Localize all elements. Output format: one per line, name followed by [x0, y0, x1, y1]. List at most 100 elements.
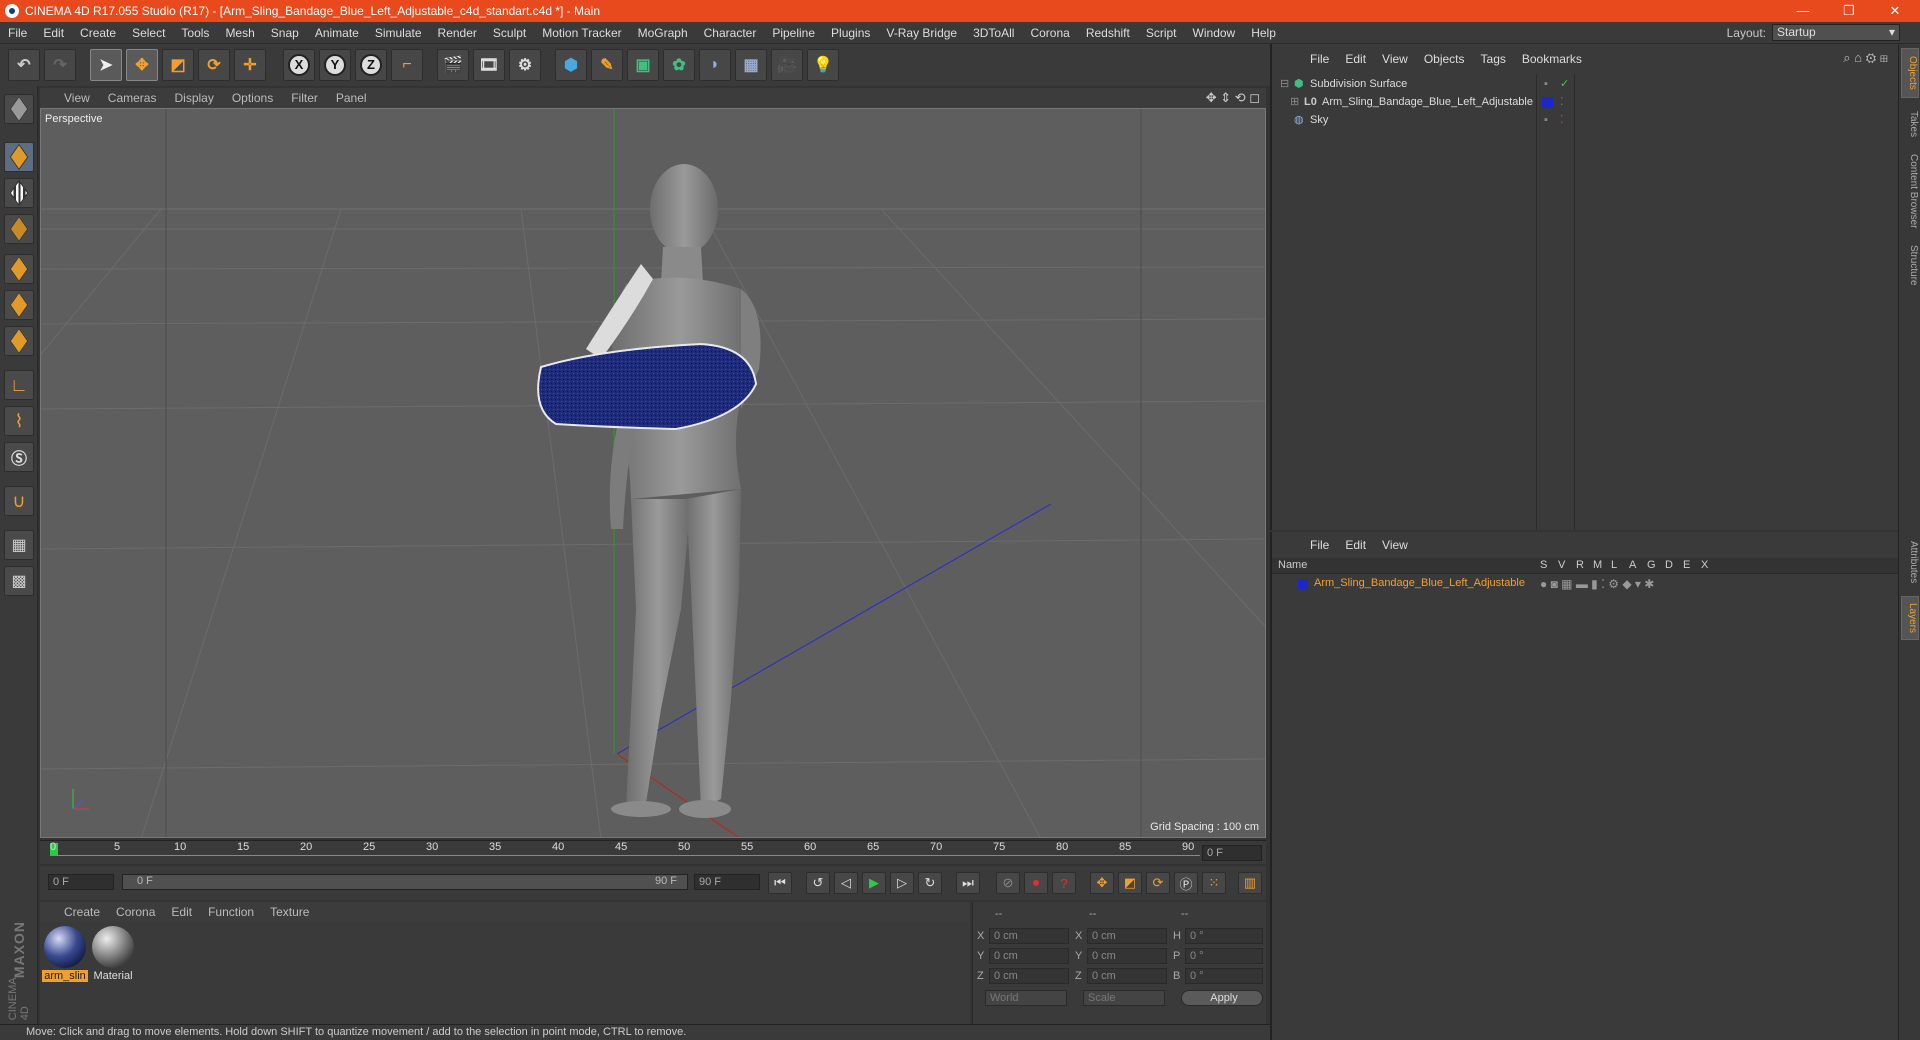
material-swatch-arm-sling[interactable]: arm_slin	[42, 926, 88, 988]
minimize-button[interactable]: —	[1780, 0, 1826, 22]
tab-layers[interactable]: Layers	[1901, 596, 1919, 640]
layout-dropdown[interactable]: Startup	[1772, 24, 1900, 41]
object-row-sky[interactable]: ◍ Sky ▪ ⁚	[1274, 112, 1840, 129]
layer-color-swatch[interactable]	[1298, 579, 1308, 589]
points-mode-icon[interactable]	[4, 254, 34, 284]
end-frame-field[interactable]: 90 F	[694, 874, 760, 890]
frame-range-slider[interactable]: 0 F 90 F	[122, 874, 688, 890]
move-tool-icon[interactable]: ✥	[126, 49, 158, 81]
redo-icon[interactable]: ↷	[44, 49, 76, 81]
snap-magnet-icon[interactable]: ∪	[4, 486, 34, 516]
layer-row[interactable]: Arm_Sling_Bandage_Blue_Left_Adjustable ●…	[1272, 576, 1898, 592]
obj-menu-file[interactable]: File	[1302, 52, 1337, 66]
menu-animate[interactable]: Animate	[307, 26, 367, 40]
next-frame-icon[interactable]: ▷	[890, 872, 914, 894]
current-frame-field[interactable]: 0 F	[1202, 845, 1262, 861]
coordinate-system-icon[interactable]: ⌐	[391, 49, 423, 81]
key-rotation-icon[interactable]: ⟳	[1146, 872, 1170, 894]
size-z-field[interactable]: 0 cm	[1087, 968, 1167, 984]
edges-mode-icon[interactable]	[4, 290, 34, 320]
menu-motion-tracker[interactable]: Motion Tracker	[534, 26, 629, 40]
planar-workplane-icon[interactable]: ▩	[4, 566, 34, 596]
material-menu-texture[interactable]: Texture	[262, 905, 317, 919]
pos-y-field[interactable]: 0 cm	[989, 948, 1069, 964]
material-menu-create[interactable]: Create	[40, 905, 108, 919]
material-menu-edit[interactable]: Edit	[163, 905, 200, 919]
material-menu-corona[interactable]: Corona	[108, 905, 163, 919]
record-active-icon[interactable]: ⏺	[1024, 872, 1048, 894]
menu-create[interactable]: Create	[72, 26, 124, 40]
menu-script[interactable]: Script	[1138, 26, 1185, 40]
menu-sculpt[interactable]: Sculpt	[485, 26, 534, 40]
3d-viewport[interactable]: Perspective Grid Spacing : 100 cm	[40, 108, 1266, 838]
menu-mesh[interactable]: Mesh	[217, 26, 262, 40]
menu-pipeline[interactable]: Pipeline	[764, 26, 823, 40]
menu-plugins[interactable]: Plugins	[823, 26, 878, 40]
previous-key-icon[interactable]: ↺	[806, 872, 830, 894]
next-key-icon[interactable]: ↻	[918, 872, 942, 894]
solo-mode-icon[interactable]: Ⓢ	[4, 442, 34, 472]
tab-objects[interactable]: Objects	[1901, 48, 1919, 98]
floor-object-icon[interactable]: ▦	[735, 49, 767, 81]
goto-start-icon[interactable]: ⏮	[768, 872, 792, 894]
viewport-menu-panel[interactable]: Panel	[327, 91, 376, 105]
visibility-dots-icon[interactable]: ⁚	[1560, 112, 1564, 129]
menu-corona[interactable]: Corona	[1022, 26, 1077, 40]
viewport-menu-filter[interactable]: Filter	[282, 91, 327, 105]
menu-snap[interactable]: Snap	[263, 26, 307, 40]
layer-flag-icons[interactable]: ● ◙ ▦ ▬ ▮ ⁚ ⚙ ◆ ▾ ✱	[1540, 577, 1654, 591]
undo-icon[interactable]: ↶	[8, 49, 40, 81]
layer-menu-edit[interactable]: Edit	[1337, 538, 1374, 552]
key-parameter-icon[interactable]: Ⓟ	[1174, 872, 1198, 894]
apply-button[interactable]: Apply	[1181, 990, 1263, 1006]
play-icon[interactable]: ▶	[862, 872, 886, 894]
obj-menu-view[interactable]: View	[1374, 52, 1416, 66]
timeline-window-icon[interactable]: ▥	[1238, 872, 1262, 894]
deformer-icon[interactable]: ◗	[699, 49, 731, 81]
render-settings-icon[interactable]: ⚙	[509, 49, 541, 81]
make-editable-icon[interactable]	[4, 94, 34, 124]
key-pla-icon[interactable]: ⁙	[1202, 872, 1226, 894]
viewport-menu-view[interactable]: View	[40, 91, 99, 105]
size-x-field[interactable]: 0 cm	[1087, 928, 1167, 944]
menu-simulate[interactable]: Simulate	[367, 26, 430, 40]
key-scale-icon[interactable]: ◩	[1118, 872, 1142, 894]
y-axis-lock-button[interactable]: Y	[319, 49, 351, 81]
goto-end-icon[interactable]: ⏭	[956, 872, 980, 894]
scale-tool-icon[interactable]: ◩	[162, 49, 194, 81]
key-position-icon[interactable]: ✥	[1090, 872, 1114, 894]
lock-workplane-icon[interactable]: ▦	[4, 530, 34, 560]
menu-file[interactable]: File	[0, 26, 35, 40]
obj-menu-objects[interactable]: Objects	[1416, 52, 1473, 66]
material-swatch-material[interactable]: Material	[90, 926, 136, 988]
size-y-field[interactable]: 0 cm	[1087, 948, 1167, 964]
menu-render[interactable]: Render	[430, 26, 485, 40]
start-frame-field[interactable]: 0 F	[48, 874, 114, 890]
previous-frame-icon[interactable]: ◁	[834, 872, 858, 894]
render-view-icon[interactable]: 🎬	[437, 49, 469, 81]
light-object-icon[interactable]: 💡	[807, 49, 839, 81]
menu-3dtoall[interactable]: 3DToAll	[965, 26, 1022, 40]
tweak-mode-icon[interactable]: ⌇	[4, 406, 34, 436]
object-row-arm-sling[interactable]: ⊞ L0 Arm_Sling_Bandage_Blue_Left_Adjusta…	[1274, 94, 1840, 111]
close-button[interactable]: ✕	[1872, 0, 1918, 22]
live-selection-icon[interactable]: ➤	[90, 49, 122, 81]
recent-tool-icon[interactable]: ✛	[234, 49, 266, 81]
z-axis-lock-button[interactable]: Z	[355, 49, 387, 81]
viewport-menu-cameras[interactable]: Cameras	[99, 91, 166, 105]
viewport-nav-icons[interactable]: ✥ ⇕ ⟲ ◻	[1206, 90, 1260, 106]
collapse-toggle-icon[interactable]: ⊟	[1280, 76, 1289, 93]
x-axis-lock-button[interactable]: X	[283, 49, 315, 81]
autokey-icon[interactable]: ?	[1052, 872, 1076, 894]
visibility-dots-icon[interactable]: ⁚	[1560, 94, 1564, 111]
camera-object-icon[interactable]: 🎥	[771, 49, 803, 81]
pen-spline-icon[interactable]: ✎	[591, 49, 623, 81]
pos-x-field[interactable]: 0 cm	[989, 928, 1069, 944]
render-picture-viewer-icon[interactable]: 🎞	[473, 49, 505, 81]
obj-menu-bookmarks[interactable]: Bookmarks	[1514, 52, 1590, 66]
object-row-subdivision[interactable]: ⊟ ⬢ Subdivision Surface ▪ ✓	[1274, 76, 1840, 93]
layer-color-swatch[interactable]	[1542, 97, 1553, 108]
layer-menu-view[interactable]: View	[1374, 538, 1416, 552]
layer-tag-icon[interactable]: ▪	[1544, 76, 1548, 93]
tab-attributes[interactable]: Attributes	[1901, 532, 1919, 592]
